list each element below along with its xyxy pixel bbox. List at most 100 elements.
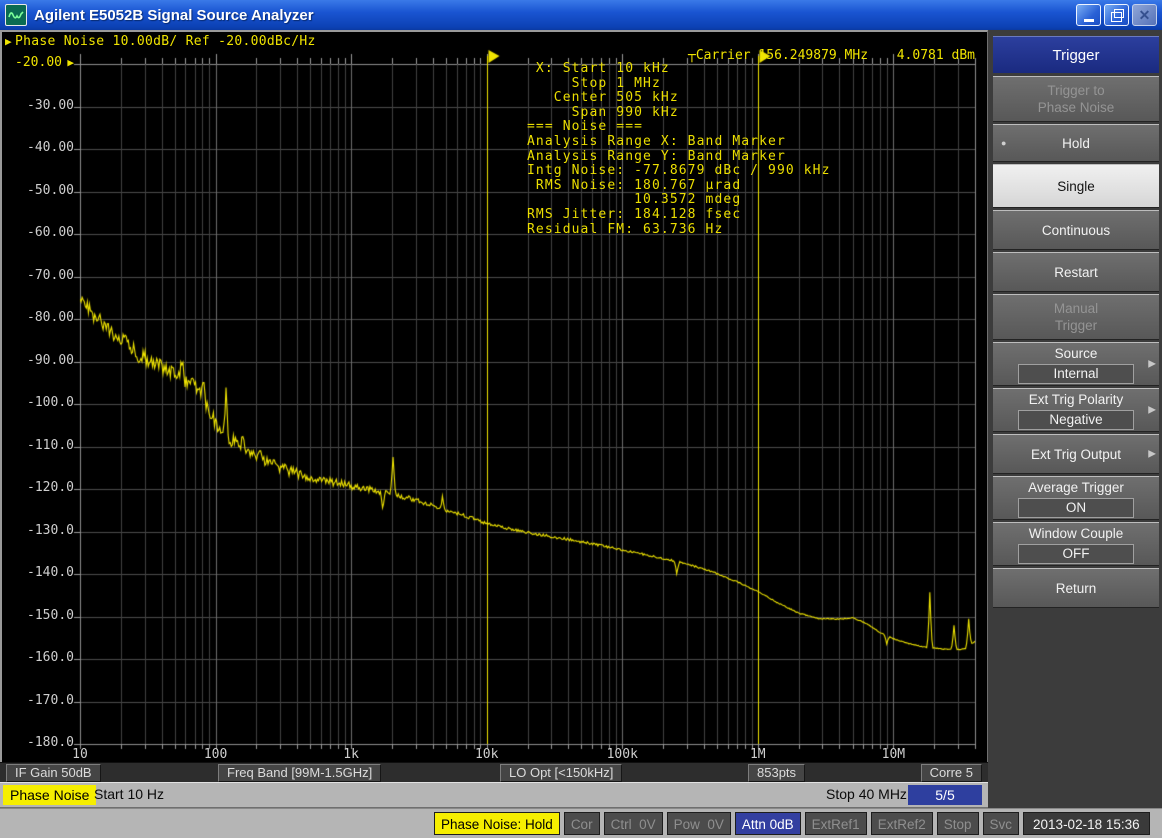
- status-box: LO Opt [<150kHz]: [500, 764, 622, 782]
- y-axis-label: -70.00: [0, 269, 74, 283]
- softkey-value-ext-trig-polarity: Negative: [1018, 410, 1134, 430]
- x-axis-label: 1k: [321, 747, 381, 762]
- y-axis-label: -160.0: [0, 651, 74, 665]
- y-axis-label: -30.00: [0, 99, 74, 113]
- indicator-datetime: 2013-02-18 15:36: [1023, 812, 1150, 835]
- minimize-icon: [1084, 19, 1094, 22]
- indicator-ctrl: Ctrl 0V: [604, 812, 663, 835]
- softkey-ext-trig-polarity[interactable]: Ext Trig Polarity Negative ▶: [993, 388, 1159, 432]
- softkey-label: Average Trigger: [1028, 479, 1124, 496]
- page-indicator: 5/5: [908, 785, 982, 805]
- indicator-attn: Attn 0dB: [735, 812, 801, 835]
- y-axis-label: -90.00: [0, 354, 74, 368]
- softkey-label: Trigger to: [1047, 82, 1104, 99]
- y-axis-label: -100.0: [0, 396, 74, 410]
- softkey-label: Trigger: [1055, 317, 1097, 334]
- y-axis-label: -60.00: [0, 226, 74, 240]
- softkey-label: Hold: [1062, 135, 1090, 152]
- plot-scale-text: Phase Noise 10.00dB/ Ref -20.00dBc/Hz: [15, 34, 316, 49]
- restore-icon: [1111, 12, 1122, 22]
- app-waveform-icon: [5, 4, 27, 26]
- softkey-source[interactable]: SourceInternal▶: [993, 342, 1159, 386]
- softkey-window-couple[interactable]: Window Couple OFF: [993, 522, 1159, 566]
- window-title: Agilent E5052B Signal Source Analyzer: [34, 7, 314, 24]
- plot-scale-header: ▶ Phase Noise 10.00dB/ Ref -20.00dBc/Hz: [5, 34, 316, 49]
- y-axis-label: -140.0: [0, 566, 74, 580]
- carrier-marker-icon: ┬: [688, 48, 696, 63]
- noise-analysis-annotations: X: Start 10 kHz Stop 1 MHz Center 505 kH…: [527, 62, 831, 237]
- x-axis-label: 1M: [728, 747, 788, 762]
- y-axis-label: -80.00: [0, 311, 74, 325]
- softkey-average-trigger[interactable]: Average Trigger ON: [993, 476, 1159, 520]
- softkey-label: Restart: [1054, 264, 1098, 281]
- softkey-restart[interactable]: Restart: [993, 252, 1159, 292]
- title-bar: Agilent E5052B Signal Source Analyzer ✕: [0, 0, 1162, 30]
- carrier-frequency: ┬Carrier 156.249879 MHz: [688, 48, 868, 63]
- measurement-mode-badge: Phase Noise: [3, 785, 96, 805]
- softkey-label: Phase Noise: [1038, 99, 1115, 116]
- indicator-extref2: ExtRef2: [871, 812, 933, 835]
- status-box: Corre 5: [921, 764, 982, 782]
- softkey-label: Single: [1057, 178, 1095, 195]
- status-box: IF Gain 50dB: [6, 764, 101, 782]
- measurement-status-bar: IF Gain 50dB Freq Band [99M-1.5GHz] LO Opt…: [0, 762, 988, 783]
- softkey-label: Window Couple: [1029, 525, 1124, 542]
- softkey-label: Return: [1056, 580, 1097, 597]
- menu-title: Trigger: [993, 36, 1159, 73]
- softkey-ext-trig-output[interactable]: Ext Trig Output ▶: [993, 434, 1159, 474]
- x-axis-label: 100: [186, 747, 246, 762]
- softkey-label: Ext Trig Polarity: [1029, 391, 1124, 408]
- status-box: 853pts: [748, 764, 805, 782]
- restore-button[interactable]: [1104, 4, 1129, 26]
- x-axis-label: 10k: [457, 747, 517, 762]
- y-axis-label: -50.00: [0, 184, 74, 198]
- indicator-phase-noise-hold: Phase Noise: Hold: [434, 812, 560, 835]
- indicator-svc: Svc: [983, 812, 1020, 835]
- softkey-label: Manual: [1054, 300, 1098, 317]
- application-window: Agilent E5052B Signal Source Analyzer ✕ …: [0, 0, 1162, 838]
- selected-bullet-icon: ●: [1001, 138, 1006, 148]
- y-axis-label: -130.0: [0, 524, 74, 538]
- softkey-return[interactable]: Return: [993, 568, 1159, 608]
- minimize-button[interactable]: [1076, 4, 1101, 26]
- softkey-value-window-couple: OFF: [1018, 544, 1134, 564]
- softkey-value-source: Internal: [1018, 364, 1134, 384]
- carrier-power: 4.0781 dBm: [897, 48, 975, 63]
- softkey-manual-trigger: ManualTrigger: [993, 294, 1159, 340]
- y-axis-label: -40.00: [0, 141, 74, 155]
- x-axis-label: 10: [50, 747, 110, 762]
- phase-noise-plot-canvas: [0, 30, 988, 762]
- x-axis-label: 100k: [592, 747, 652, 762]
- softkey-label: Ext Trig Output: [1031, 446, 1121, 463]
- softkey-label: Source: [1055, 345, 1098, 362]
- indicator-cor: Cor: [564, 812, 600, 835]
- softkey-trigger-to-phase-noise: Trigger toPhase Noise: [993, 76, 1159, 122]
- indicator-pow: Pow 0V: [667, 812, 731, 835]
- ref-level-marker-icon: ▶: [62, 56, 74, 70]
- softkey-single[interactable]: Single: [993, 164, 1159, 208]
- submenu-arrow-icon: ▶: [1148, 405, 1156, 416]
- softkey-label: Continuous: [1042, 222, 1110, 239]
- y-axis-label: -20.00▶: [0, 56, 74, 70]
- softkey-continuous[interactable]: Continuous: [993, 210, 1159, 250]
- submenu-arrow-icon: ▶: [1148, 449, 1156, 460]
- sweep-start-label: Start 10 Hz: [94, 786, 164, 802]
- y-axis-label: -170.0: [0, 694, 74, 708]
- sweep-status-bar: Phase Noise Start 10 Hz Stop 40 MHz 5/5: [0, 782, 988, 808]
- softkey-hold[interactable]: ● Hold: [993, 124, 1159, 162]
- y-axis-label: -120.0: [0, 481, 74, 495]
- carrier-readout: ┬Carrier 156.249879 MHz 4.0781 dBm: [688, 48, 975, 63]
- indicator-stop: Stop: [937, 812, 979, 835]
- y-axis-label: -110.0: [0, 439, 74, 453]
- status-indicators: Phase Noise: HoldCorCtrl 0VPow 0VAttn 0d…: [434, 812, 1150, 835]
- close-button[interactable]: ✕: [1132, 4, 1157, 26]
- instrument-status-bar: Phase Noise: HoldCorCtrl 0VPow 0VAttn 0d…: [0, 808, 1162, 838]
- indicator-extref1: ExtRef1: [805, 812, 867, 835]
- softkey-value-average-trigger: ON: [1018, 498, 1134, 518]
- x-axis-label: 10M: [863, 747, 923, 762]
- trace-marker-icon: ▶: [5, 36, 12, 47]
- softkey-menu: Trigger Trigger toPhase Noise ● Hold Single…: [988, 30, 1162, 808]
- phase-noise-plot-panel: ▶ Phase Noise 10.00dB/ Ref -20.00dBc/Hz …: [0, 30, 988, 762]
- close-icon: ✕: [1139, 8, 1151, 22]
- status-box: Freq Band [99M-1.5GHz]: [218, 764, 381, 782]
